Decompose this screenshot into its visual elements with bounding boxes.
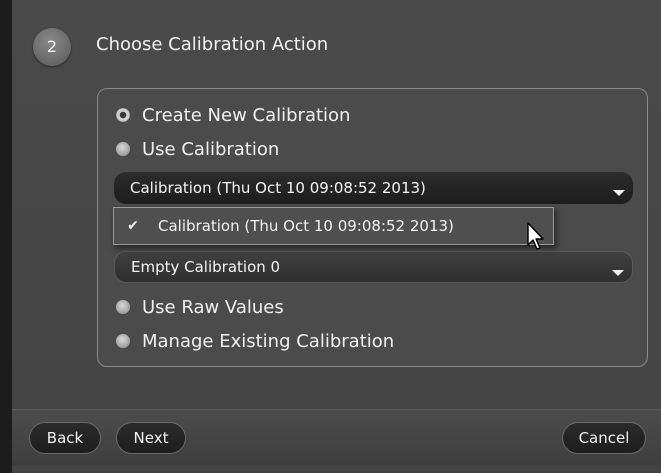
radio-button[interactable]	[116, 334, 130, 348]
mouse-pointer-icon	[527, 222, 544, 250]
cancel-button[interactable]: Cancel	[562, 422, 646, 454]
next-button[interactable]: Next	[116, 422, 186, 454]
radio-create-new-calibration[interactable]: Create New Calibration	[116, 104, 350, 126]
calibration-select[interactable]: Calibration (Thu Oct 10 09:08:52 2013)	[114, 172, 633, 204]
window-left-border	[0, 0, 12, 473]
chevron-down-icon	[613, 190, 625, 196]
calibration-select-value: Calibration (Thu Oct 10 09:08:52 2013)	[130, 179, 426, 197]
empty-calibration-select[interactable]: Empty Calibration 0	[114, 251, 633, 283]
dropdown-item-calibration[interactable]: ✔ Calibration (Thu Oct 10 09:08:52 2013)	[118, 212, 549, 240]
radio-label: Create New Calibration	[142, 104, 351, 126]
radio-button[interactable]	[116, 300, 130, 314]
radio-button[interactable]	[116, 142, 130, 156]
chevron-down-icon	[612, 270, 624, 276]
step-title: Choose Calibration Action	[96, 34, 329, 55]
back-button[interactable]: Back	[29, 422, 101, 454]
radio-use-calibration[interactable]: Use Calibration	[116, 138, 279, 160]
radio-label: Manage Existing Calibration	[142, 330, 395, 352]
step-number-badge: 2	[33, 28, 71, 66]
radio-label: Use Raw Values	[142, 296, 284, 318]
empty-calibration-select-value: Empty Calibration 0	[131, 258, 281, 276]
check-icon: ✔	[127, 218, 139, 234]
radio-manage-existing-calibration[interactable]: Manage Existing Calibration	[116, 330, 394, 352]
radio-use-raw-values[interactable]: Use Raw Values	[116, 296, 284, 318]
radio-button-checked[interactable]	[116, 108, 130, 122]
radio-label: Use Calibration	[142, 138, 280, 160]
calibration-dropdown-menu: ✔ Calibration (Thu Oct 10 09:08:52 2013)	[113, 207, 554, 245]
dropdown-item-label: Calibration (Thu Oct 10 09:08:52 2013)	[158, 217, 454, 235]
